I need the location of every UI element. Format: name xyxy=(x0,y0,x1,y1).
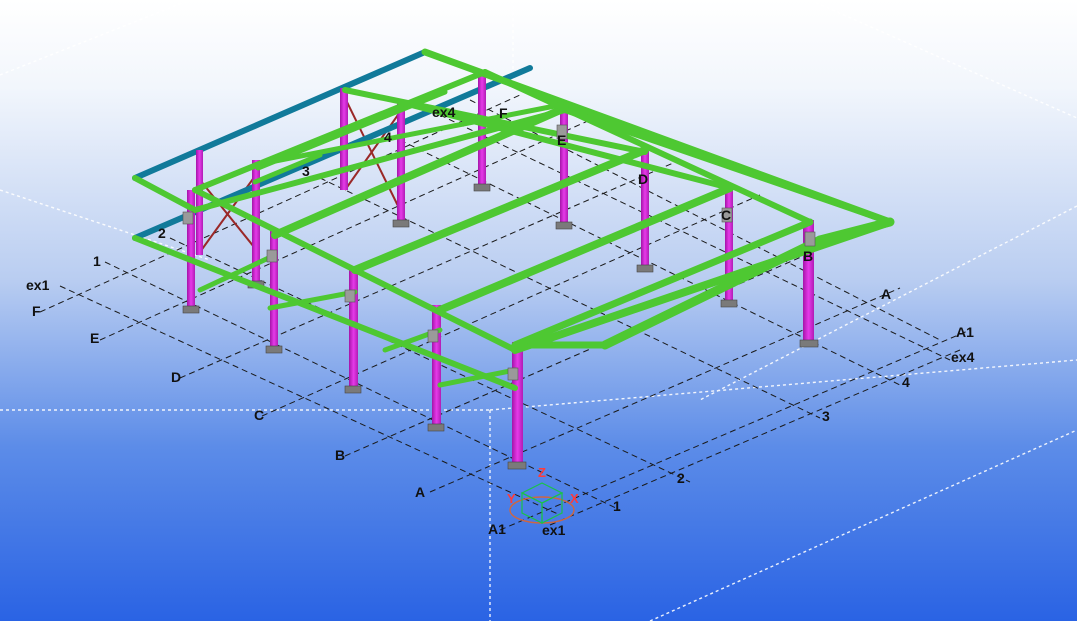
3d-model-viewport[interactable]: ex1 1 2 3 4 ex4 F F E D C B A A1 ex1 1 2… xyxy=(0,0,1077,621)
grid-label-A-right: A xyxy=(881,286,891,302)
axis-y-label: Y xyxy=(507,491,516,506)
grid-label-A1-bottom: A1 xyxy=(488,521,506,537)
grid-label-A1-right: A1 xyxy=(956,324,974,340)
grid-label-4-left: 4 xyxy=(384,129,392,145)
axis-z-label: Z xyxy=(538,465,546,480)
grid-label-C-mid: C xyxy=(721,207,731,223)
base-plates xyxy=(182,183,819,470)
grid-labels: ex1 1 2 3 4 ex4 F F E D C B A A1 ex1 1 2… xyxy=(26,104,975,538)
grid-label-4-right: 4 xyxy=(902,374,910,390)
grid-label-F-left: F xyxy=(32,303,41,319)
grid-label-A-left: A xyxy=(415,484,425,500)
grid-label-1-left: 1 xyxy=(93,253,101,269)
roof-beams xyxy=(132,48,895,391)
view-cube-box xyxy=(520,482,564,524)
grid-label-ex1-bottom: ex1 xyxy=(542,522,566,538)
grid-label-3-left: 3 xyxy=(302,163,310,179)
axis-x-label: X xyxy=(570,491,579,506)
grid-label-E-mid: E xyxy=(557,132,566,148)
grid-label-B-left: B xyxy=(335,447,345,463)
grid-label-D-left: D xyxy=(171,369,181,385)
grid-label-2-bottom: 2 xyxy=(677,470,685,486)
grid-label-3-bottom: 3 xyxy=(822,408,830,424)
grid-label-B-mid: B xyxy=(803,248,813,264)
grid-label-E-left: E xyxy=(90,330,99,346)
grid-label-ex4-top: ex4 xyxy=(432,104,456,120)
grid-label-2-left: 2 xyxy=(158,225,166,241)
grid-label-C-left: C xyxy=(254,407,264,423)
grid-label-F-top: F xyxy=(499,105,508,121)
structural-model-view[interactable]: ex1 1 2 3 4 ex4 F F E D C B A A1 ex1 1 2… xyxy=(0,0,1077,621)
grid-label-ex1-left: ex1 xyxy=(26,277,50,293)
view-cube[interactable]: Z Y X xyxy=(507,465,579,524)
grid-label-ex4-right: ex4 xyxy=(951,349,975,365)
grid-label-1-bottom: 1 xyxy=(613,498,621,514)
grid-label-D-mid: D xyxy=(638,171,648,187)
